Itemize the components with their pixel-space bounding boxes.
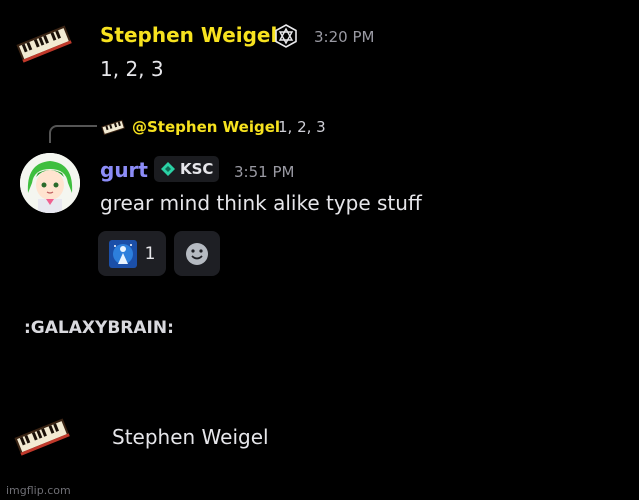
add-reaction-icon bbox=[186, 242, 208, 265]
reply-author[interactable]: @Stephen Weigel bbox=[132, 118, 280, 136]
green-hair-avatar bbox=[20, 153, 80, 213]
diamond-sparkle-icon bbox=[161, 162, 175, 176]
piano-avatar-icon[interactable] bbox=[14, 25, 72, 63]
reaction-galaxybrain[interactable]: 1 bbox=[98, 231, 166, 276]
watermark: imgflip.com bbox=[6, 484, 71, 497]
hexagon-sigil-icon bbox=[275, 24, 297, 48]
message-time: 3:20 PM bbox=[314, 28, 375, 46]
piano-avatar-icon[interactable] bbox=[12, 418, 70, 456]
gurt-avatar[interactable] bbox=[20, 153, 80, 213]
add-reaction-button[interactable] bbox=[174, 231, 220, 276]
server-tag[interactable]: KSC bbox=[154, 156, 220, 182]
emoji-caption: :GALAXYBRAIN: bbox=[24, 318, 174, 338]
reaction-count: 1 bbox=[144, 243, 156, 264]
author-name[interactable]: Stephen Weigel bbox=[100, 23, 277, 47]
reply-text[interactable]: 1, 2, 3 bbox=[278, 118, 326, 136]
server-tag-label: KSC bbox=[180, 160, 214, 178]
reply-connector bbox=[49, 125, 97, 143]
bottom-user-name[interactable]: Stephen Weigel bbox=[112, 425, 269, 449]
author-name[interactable]: gurt bbox=[100, 158, 148, 182]
message-text: 1, 2, 3 bbox=[100, 57, 164, 81]
galaxy-brain-emoji bbox=[108, 239, 137, 268]
piano-mini-avatar-icon bbox=[101, 119, 126, 136]
message-time: 3:51 PM bbox=[234, 163, 295, 181]
message-text: grear mind think alike type stuff bbox=[100, 191, 422, 215]
